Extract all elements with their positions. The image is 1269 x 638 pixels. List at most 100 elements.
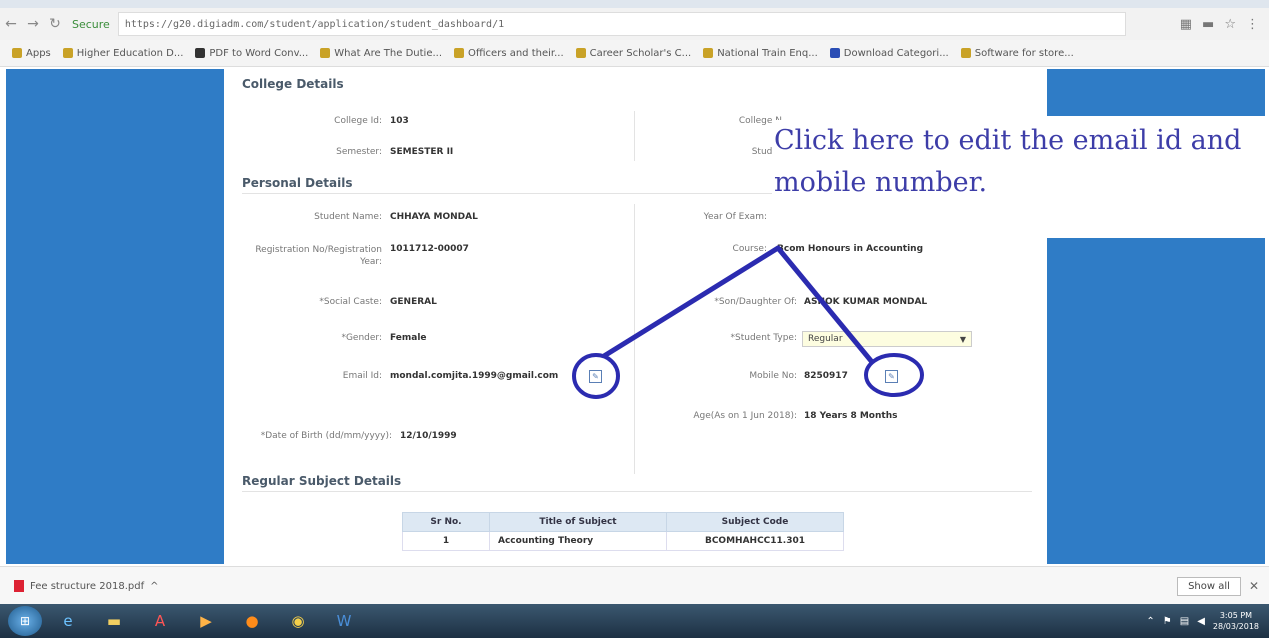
- chrome-icon[interactable]: ◉: [278, 606, 318, 636]
- table-cell: BCOMHAHCC11.301: [666, 531, 844, 551]
- edit-email-icon[interactable]: ✎: [589, 370, 602, 383]
- forward-icon[interactable]: →: [22, 16, 44, 32]
- windows-taskbar: ⊞ e ▬ A ▶ ● ◉ W ⌃ ⚑ ▤ ◀ 3:05 PM 28/03/20…: [0, 604, 1269, 638]
- right-side-panel: [1047, 238, 1265, 564]
- network-icon[interactable]: ▤: [1180, 616, 1189, 627]
- bookmark-icon: [829, 48, 840, 58]
- word-icon[interactable]: W: [324, 606, 364, 636]
- firefox-icon[interactable]: ●: [232, 606, 272, 636]
- subjects-table: Sr No. Title of Subject Subject Code 1 A…: [402, 512, 844, 551]
- download-item[interactable]: Fee structure 2018.pdf ^: [14, 580, 158, 592]
- bookmark-star-icon[interactable]: ☆: [1224, 17, 1236, 32]
- age-value: 18 Years 8 Months: [804, 411, 898, 421]
- registration-value: 1011712-00007: [390, 244, 469, 254]
- student-type-label: *Student Type:: [730, 333, 798, 343]
- student-name-label: Student Name:: [314, 212, 382, 222]
- table-row: 1 Accounting Theory BCOMHAHCC11.301: [402, 531, 844, 551]
- gender-value: Female: [390, 333, 427, 343]
- extension-icon[interactable]: ▦: [1180, 17, 1192, 32]
- student-type-select[interactable]: Regular ▼: [802, 331, 972, 347]
- url-input[interactable]: https://g20.digiadm.com/student/applicat…: [117, 12, 1126, 36]
- bookmark-item[interactable]: What Are The Dutie...: [320, 48, 442, 59]
- bookmarks-bar: Apps Higher Education D... PDF to Word C…: [0, 40, 1269, 67]
- college-details-heading: College Details: [242, 77, 344, 91]
- student-type-selected: Regular: [808, 334, 843, 344]
- bookmark-icon: [960, 48, 971, 58]
- bookmark-icon: [320, 48, 331, 58]
- secure-label: Secure: [72, 17, 110, 31]
- table-cell: 1: [402, 531, 490, 551]
- clock-time: 3:05 PM: [1219, 611, 1253, 620]
- right-side-panel-top: [1047, 69, 1265, 116]
- course-label: Course:: [732, 244, 767, 254]
- column-divider: [634, 204, 635, 474]
- table-header-row: Sr No. Title of Subject Subject Code: [402, 512, 844, 532]
- personal-details-heading: Personal Details: [242, 176, 353, 190]
- table-cell: Accounting Theory: [489, 531, 667, 551]
- son-daughter-of-value: ASHOK KUMAR MONDAL: [804, 297, 928, 307]
- bookmark-icon: [703, 48, 714, 58]
- callout-line-2: mobile number.: [774, 167, 988, 198]
- pdf-icon: [14, 580, 24, 592]
- bookmark-icon: [575, 48, 586, 58]
- volume-icon[interactable]: ◀: [1197, 616, 1205, 627]
- apps-icon: [12, 48, 22, 58]
- mobile-value: 8250917: [804, 371, 848, 381]
- son-daughter-of-label: *Son/Daughter Of:: [714, 297, 797, 307]
- age-label: Age(As on 1 Jun 2018):: [693, 411, 797, 421]
- callout-line-1: Click here to edit the email id and: [774, 125, 1242, 156]
- explorer-icon[interactable]: ▬: [94, 606, 134, 636]
- bookmark-icon: [454, 48, 465, 58]
- bookmark-item[interactable]: National Train Enq...: [703, 48, 818, 59]
- column-header: Sr No.: [402, 512, 490, 532]
- system-tray: ⌃ ⚑ ▤ ◀ 3:05 PM 28/03/2018: [1146, 610, 1269, 632]
- close-icon[interactable]: ✕: [1249, 579, 1259, 593]
- acrobat-icon[interactable]: A: [140, 606, 180, 636]
- gender-label: *Gender:: [341, 333, 382, 343]
- browser-tab-strip: [0, 0, 1269, 8]
- ie-icon[interactable]: e: [48, 606, 88, 636]
- social-caste-label: *Social Caste:: [319, 297, 382, 307]
- start-button[interactable]: ⊞: [8, 606, 42, 636]
- clock[interactable]: 3:05 PM 28/03/2018: [1213, 610, 1259, 632]
- cast-icon[interactable]: ▬: [1202, 17, 1214, 32]
- edit-mobile-icon[interactable]: ✎: [885, 370, 898, 383]
- bookmark-item[interactable]: Career Scholar's C...: [575, 48, 691, 59]
- student-name-value: CHHAYA MONDAL: [390, 212, 478, 222]
- bookmark-item[interactable]: Higher Education D...: [62, 48, 183, 59]
- reload-icon[interactable]: ↻: [44, 16, 66, 32]
- regular-subject-heading: Regular Subject Details: [242, 474, 402, 488]
- semester-value: SEMESTER II: [390, 147, 454, 157]
- address-bar-row: ← → ↻ Secure https://g20.digiadm.com/stu…: [0, 8, 1269, 40]
- menu-icon[interactable]: ⋮: [1246, 17, 1259, 32]
- bookmark-item[interactable]: Apps: [12, 48, 51, 59]
- column-header: Title of Subject: [489, 512, 667, 532]
- college-id-label: College Id:: [334, 116, 382, 126]
- column-divider: [634, 111, 635, 161]
- bookmark-icon: [195, 48, 206, 58]
- clock-date: 28/03/2018: [1212, 622, 1259, 631]
- back-icon[interactable]: ←: [0, 16, 22, 32]
- mobile-label: Mobile No:: [749, 371, 797, 381]
- tray-arrow-icon[interactable]: ⌃: [1146, 616, 1154, 627]
- section-divider: [242, 491, 1032, 492]
- bookmark-item[interactable]: Software for store...: [960, 48, 1074, 59]
- flag-icon[interactable]: ⚑: [1163, 616, 1172, 627]
- left-side-panel: [6, 69, 224, 564]
- chevron-down-icon: ▼: [959, 334, 966, 344]
- bookmark-item[interactable]: Officers and their...: [454, 48, 564, 59]
- bookmark-item[interactable]: PDF to Word Conv...: [195, 48, 308, 59]
- dob-label: *Date of Birth (dd/mm/yyyy):: [260, 431, 392, 441]
- show-all-button[interactable]: Show all: [1177, 576, 1241, 596]
- college-id-value: 103: [390, 116, 409, 126]
- column-header: Subject Code: [666, 512, 844, 532]
- stud-label: Stud H: [751, 147, 782, 157]
- bookmark-item[interactable]: Download Categori...: [829, 48, 949, 59]
- bookmark-icon: [62, 48, 73, 58]
- chevron-up-icon[interactable]: ^: [150, 581, 158, 592]
- media-player-icon[interactable]: ▶: [186, 606, 226, 636]
- registration-label: Registration No/Registration Year:: [255, 245, 382, 267]
- college-name-label: College N: [738, 116, 782, 126]
- email-value: mondal.comjita.1999@gmail.com: [390, 371, 559, 381]
- email-label: Email Id:: [342, 371, 382, 381]
